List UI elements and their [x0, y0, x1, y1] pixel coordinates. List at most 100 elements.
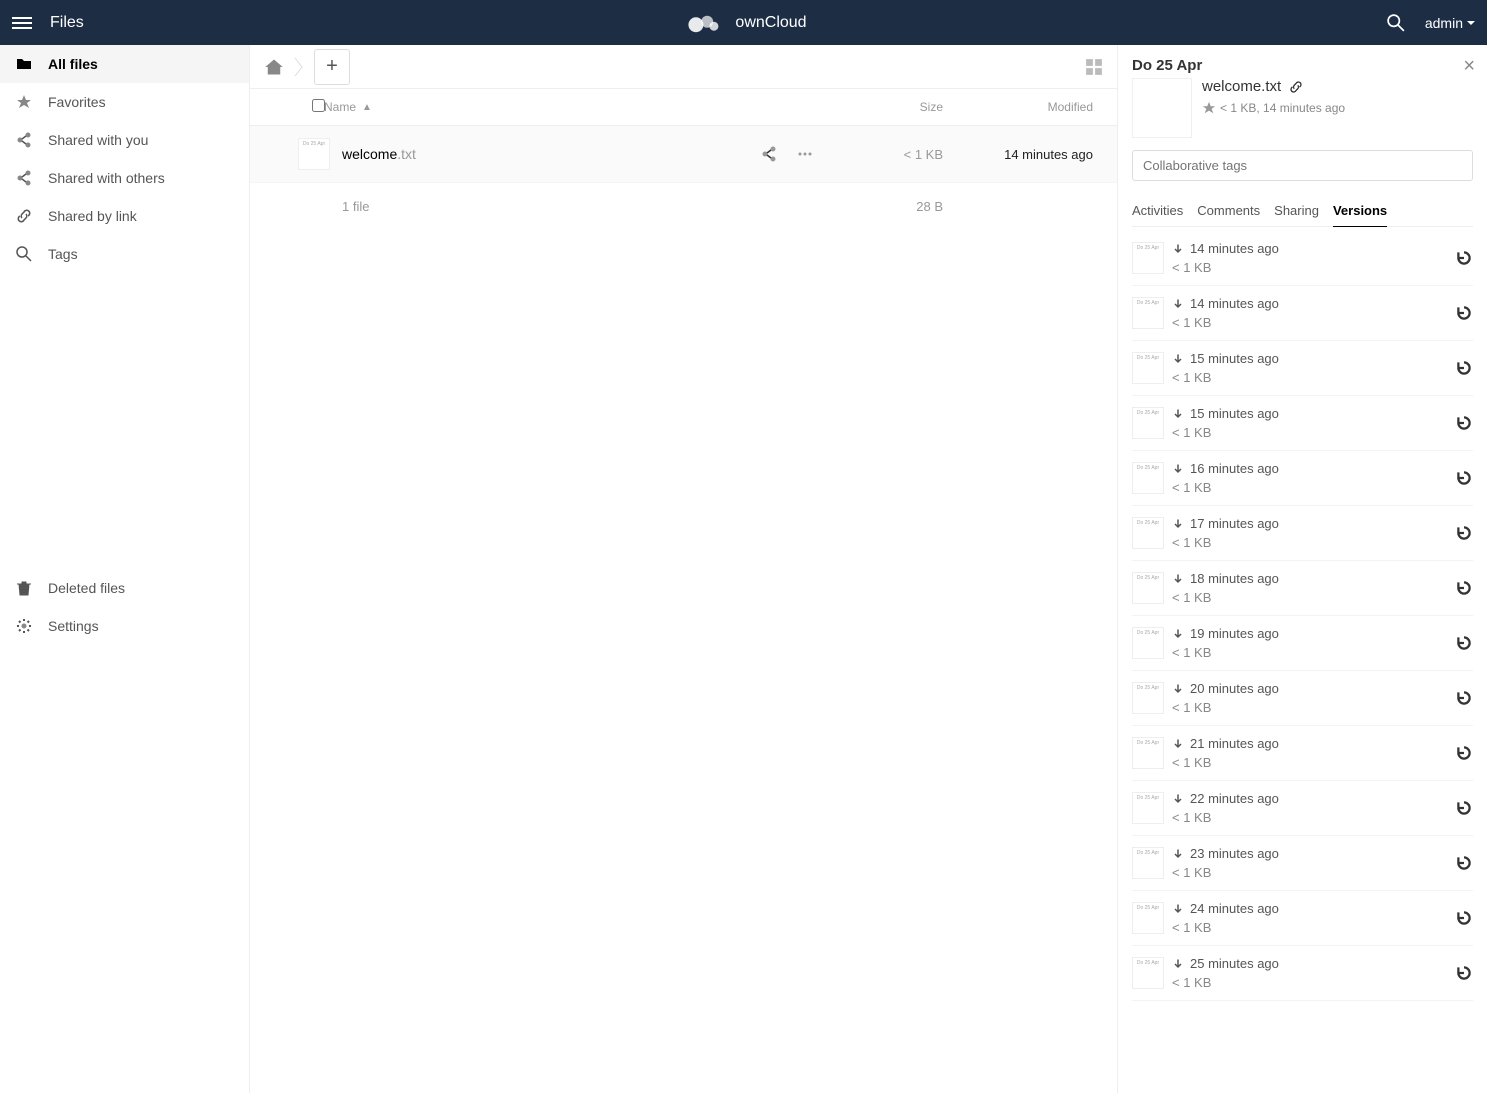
home-icon[interactable]	[264, 57, 284, 77]
gear-icon	[16, 618, 32, 634]
version-download[interactable]: 15 minutes ago	[1172, 406, 1447, 421]
detail-date: Do 25 Apr	[1132, 57, 1473, 74]
grid-view-icon[interactable]	[1085, 58, 1103, 76]
version-download[interactable]: 14 minutes ago	[1172, 241, 1447, 256]
version-download[interactable]: 18 minutes ago	[1172, 571, 1447, 586]
version-item: Do 25 Apr 16 minutes ago < 1 KB	[1132, 451, 1473, 506]
share-icon[interactable]	[761, 146, 777, 162]
table-header: Name▲ Size Modified	[250, 89, 1117, 126]
sidebar-item-tags[interactable]: Tags	[0, 235, 249, 273]
version-download[interactable]: 22 minutes ago	[1172, 791, 1447, 806]
restore-icon[interactable]	[1455, 249, 1473, 267]
favorite-star-icon[interactable]	[1202, 101, 1216, 115]
download-icon	[1172, 243, 1184, 255]
restore-icon[interactable]	[1455, 359, 1473, 377]
share-icon	[16, 170, 32, 186]
version-time: 24 minutes ago	[1190, 901, 1279, 916]
version-time: 20 minutes ago	[1190, 681, 1279, 696]
sidebar-item-shared-with-others[interactable]: Shared with others	[0, 159, 249, 197]
download-icon	[1172, 573, 1184, 585]
version-download[interactable]: 14 minutes ago	[1172, 296, 1447, 311]
version-download[interactable]: 24 minutes ago	[1172, 901, 1447, 916]
sidebar-item-label: Shared with you	[48, 132, 148, 148]
restore-icon[interactable]	[1455, 744, 1473, 762]
sidebar-item-label: Tags	[48, 246, 78, 262]
restore-icon[interactable]	[1455, 799, 1473, 817]
tab-comments[interactable]: Comments	[1197, 195, 1260, 226]
download-icon	[1172, 848, 1184, 860]
restore-icon[interactable]	[1455, 909, 1473, 927]
version-item: Do 25 Apr 15 minutes ago < 1 KB	[1132, 396, 1473, 451]
version-download[interactable]: 20 minutes ago	[1172, 681, 1447, 696]
version-thumbnail: Do 25 Apr	[1132, 462, 1164, 494]
caret-down-icon	[1467, 21, 1475, 25]
column-header-modified[interactable]: Modified	[943, 100, 1103, 114]
version-download[interactable]: 15 minutes ago	[1172, 351, 1447, 366]
version-thumbnail: Do 25 Apr	[1132, 242, 1164, 274]
breadcrumb-separator-icon	[294, 57, 304, 77]
restore-icon[interactable]	[1455, 964, 1473, 982]
version-download[interactable]: 19 minutes ago	[1172, 626, 1447, 641]
restore-icon[interactable]	[1455, 524, 1473, 542]
user-menu[interactable]: admin	[1425, 15, 1475, 31]
menu-toggle-icon[interactable]	[12, 17, 32, 29]
search-icon[interactable]	[1387, 14, 1405, 32]
restore-icon[interactable]	[1455, 689, 1473, 707]
download-icon	[1172, 903, 1184, 915]
detail-meta: < 1 KB, 14 minutes ago	[1220, 101, 1345, 115]
sidebar-item-settings[interactable]: Settings	[0, 607, 249, 645]
version-time: 19 minutes ago	[1190, 626, 1279, 641]
version-download[interactable]: 16 minutes ago	[1172, 461, 1447, 476]
more-actions-icon[interactable]	[797, 146, 813, 162]
permalink-icon[interactable]	[1289, 80, 1303, 94]
brand-logo[interactable]: ownCloud	[680, 10, 806, 35]
restore-icon[interactable]	[1455, 469, 1473, 487]
download-icon	[1172, 793, 1184, 805]
share-icon	[16, 132, 32, 148]
restore-icon[interactable]	[1455, 579, 1473, 597]
sidebar-item-all-files[interactable]: All files	[0, 45, 249, 83]
version-download[interactable]: 17 minutes ago	[1172, 516, 1447, 531]
version-thumbnail: Do 25 Apr	[1132, 627, 1164, 659]
details-panel: × Do 25 Apr welcome.txt < 1 KB, 14 minut…	[1117, 45, 1487, 1093]
version-thumbnail: Do 25 Apr	[1132, 737, 1164, 769]
restore-icon[interactable]	[1455, 414, 1473, 432]
tags-input[interactable]	[1132, 150, 1473, 181]
version-size: < 1 KB	[1172, 920, 1447, 935]
version-time: 23 minutes ago	[1190, 846, 1279, 861]
column-header-size[interactable]: Size	[843, 100, 943, 114]
file-row[interactable]: Do 25 Apr welcome.txt < 1 KB 14 minutes …	[250, 126, 1117, 183]
sidebar-item-label: Settings	[48, 618, 99, 634]
version-time: 15 minutes ago	[1190, 406, 1279, 421]
download-icon	[1172, 298, 1184, 310]
version-item: Do 25 Apr 25 minutes ago < 1 KB	[1132, 946, 1473, 1001]
tab-activities[interactable]: Activities	[1132, 195, 1183, 226]
version-download[interactable]: 25 minutes ago	[1172, 956, 1447, 971]
version-item: Do 25 Apr 22 minutes ago < 1 KB	[1132, 781, 1473, 836]
sidebar-item-favorites[interactable]: Favorites	[0, 83, 249, 121]
restore-icon[interactable]	[1455, 304, 1473, 322]
star-icon	[16, 94, 32, 110]
version-download[interactable]: 21 minutes ago	[1172, 736, 1447, 751]
sidebar-item-label: Favorites	[48, 94, 106, 110]
tab-sharing[interactable]: Sharing	[1274, 195, 1319, 226]
version-time: 15 minutes ago	[1190, 351, 1279, 366]
file-summary: 1 file 28 B	[250, 183, 1117, 230]
file-thumbnail: Do 25 Apr	[298, 138, 330, 170]
version-download[interactable]: 23 minutes ago	[1172, 846, 1447, 861]
sidebar-item-shared-with-you[interactable]: Shared with you	[0, 121, 249, 159]
add-button[interactable]: +	[314, 49, 350, 85]
summary-size: 28 B	[843, 199, 943, 214]
restore-icon[interactable]	[1455, 854, 1473, 872]
version-item: Do 25 Apr 14 minutes ago < 1 KB	[1132, 286, 1473, 341]
sidebar-item-deleted-files[interactable]: Deleted files	[0, 569, 249, 607]
column-header-name[interactable]: Name▲	[324, 100, 843, 114]
link-icon	[16, 208, 32, 224]
close-icon[interactable]: ×	[1463, 55, 1475, 78]
version-thumbnail: Do 25 Apr	[1132, 517, 1164, 549]
tab-versions[interactable]: Versions	[1333, 195, 1387, 227]
version-size: < 1 KB	[1172, 315, 1447, 330]
sidebar-item-shared-by-link[interactable]: Shared by link	[0, 197, 249, 235]
restore-icon[interactable]	[1455, 634, 1473, 652]
version-thumbnail: Do 25 Apr	[1132, 902, 1164, 934]
